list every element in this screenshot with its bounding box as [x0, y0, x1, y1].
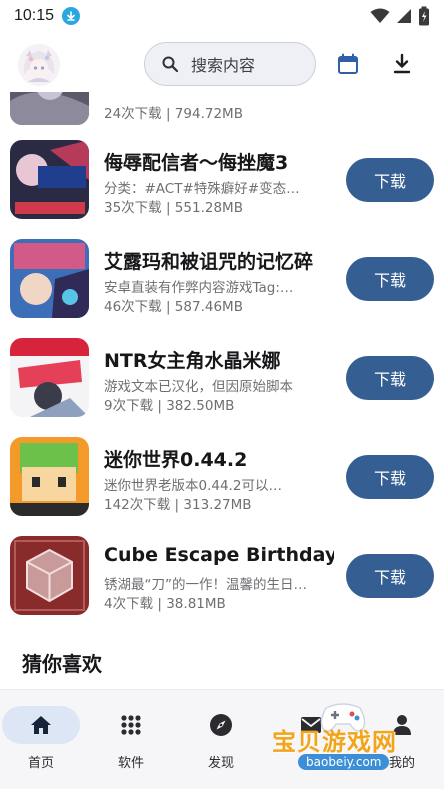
game-meta: 9次下载 | 382.50MB: [104, 398, 235, 414]
wifi-icon: [370, 8, 390, 23]
game-thumbnail: [10, 239, 89, 318]
download-button[interactable]: 下载: [346, 257, 434, 301]
download-button[interactable]: 下载: [346, 356, 434, 400]
game-thumbnail: [10, 437, 89, 516]
game-meta: 46次下载 | 587.46MB: [104, 299, 243, 315]
game-meta: 35次下载 | 551.28MB: [104, 200, 243, 216]
game-thumbnail: [10, 536, 89, 615]
game-thumbnail: [10, 338, 89, 417]
game-title: 迷你世界0.44.2: [104, 449, 248, 471]
status-icons: [370, 6, 430, 26]
game-title: 艾露玛和被诅咒的记忆碎: [104, 251, 314, 273]
list-item[interactable]: 迷你世界0.44.2 迷你世界老版本0.44.2可以… 142次下载 | 313…: [0, 437, 444, 517]
game-title: NTR女主角水晶米娜: [104, 350, 281, 372]
game-meta: 24次下载 | 794.72MB: [104, 106, 243, 122]
watermark-logo: 宝贝游戏网 baobeiy.com: [262, 700, 422, 780]
game-meta: 142次下载 | 313.27MB: [104, 497, 252, 513]
grid-icon: [121, 715, 141, 735]
signal-icon: [397, 9, 411, 23]
game-title: Cube Escape Birthday: [104, 544, 334, 566]
list-item[interactable]: NTR女主角水晶米娜 游戏文本已汉化，但因原始脚本 9次下载 | 382.50M…: [0, 338, 444, 418]
game-description: 安卓直装有作弊内容游戏Tag:…: [104, 280, 294, 296]
game-meta: 4次下载 | 38.81MB: [104, 596, 226, 612]
game-title: 侮辱配信者～侮挫魔3: [104, 152, 289, 174]
download-button[interactable]: 下载: [346, 455, 434, 499]
home-icon: [31, 716, 51, 734]
game-thumbnail: [10, 92, 89, 125]
nav-item-home[interactable]: 首页: [1, 706, 81, 772]
search-bar[interactable]: 搜索内容: [144, 42, 316, 86]
status-bar: 10:15: [0, 0, 444, 32]
watermark-url: baobeiy.com: [298, 754, 390, 770]
game-description: 游戏文本已汉化，但因原始脚本: [104, 379, 293, 395]
nav-label: 首页: [27, 756, 54, 771]
compass-icon: [210, 714, 232, 736]
nav-item-discover[interactable]: 发现: [181, 706, 261, 772]
download-button[interactable]: 下载: [346, 554, 434, 598]
download-icon: [393, 53, 411, 74]
game-thumbnail: [10, 140, 89, 219]
nav-label: 软件: [117, 756, 144, 771]
list-item[interactable]: 24次下载 | 794.72MB 下载: [0, 92, 444, 126]
calendar-button[interactable]: [334, 50, 362, 78]
list-item[interactable]: 侮辱配信者～侮挫魔3 分类：#ACT#特殊癖好#变态… 35次下载 | 551.…: [0, 140, 444, 220]
app-header: 搜索内容: [0, 38, 444, 92]
status-time: 10:15: [14, 7, 55, 24]
list-item[interactable]: 艾露玛和被诅咒的记忆碎 安卓直装有作弊内容游戏Tag:… 46次下载 | 587…: [0, 239, 444, 319]
game-list: 24次下载 | 794.72MB 下载 侮辱配信者～侮挫魔3 分类：#ACT#特…: [0, 92, 444, 688]
nav-label: 发现: [207, 756, 234, 771]
calendar-icon: [338, 53, 358, 74]
nav-item-software[interactable]: 软件: [91, 706, 171, 772]
list-item[interactable]: Cube Escape Birthday 锈湖最“刀”的一作！温馨的生日… 4次…: [0, 536, 444, 616]
game-description: 分类：#ACT#特殊癖好#变态…: [104, 181, 300, 197]
search-placeholder: 搜索内容: [191, 56, 256, 75]
download-button[interactable]: 下载: [346, 158, 434, 202]
search-icon: [162, 56, 179, 73]
downloads-button[interactable]: [388, 50, 416, 78]
game-description: 锈湖最“刀”的一作！温馨的生日…: [104, 577, 307, 593]
watermark-text: 宝贝游戏网: [272, 728, 397, 756]
download-notification-icon: [62, 7, 81, 25]
avatar[interactable]: [18, 44, 60, 86]
section-title: 猜你喜欢: [22, 652, 102, 676]
battery-icon: [419, 6, 429, 26]
game-description: 迷你世界老版本0.44.2可以…: [104, 478, 282, 494]
